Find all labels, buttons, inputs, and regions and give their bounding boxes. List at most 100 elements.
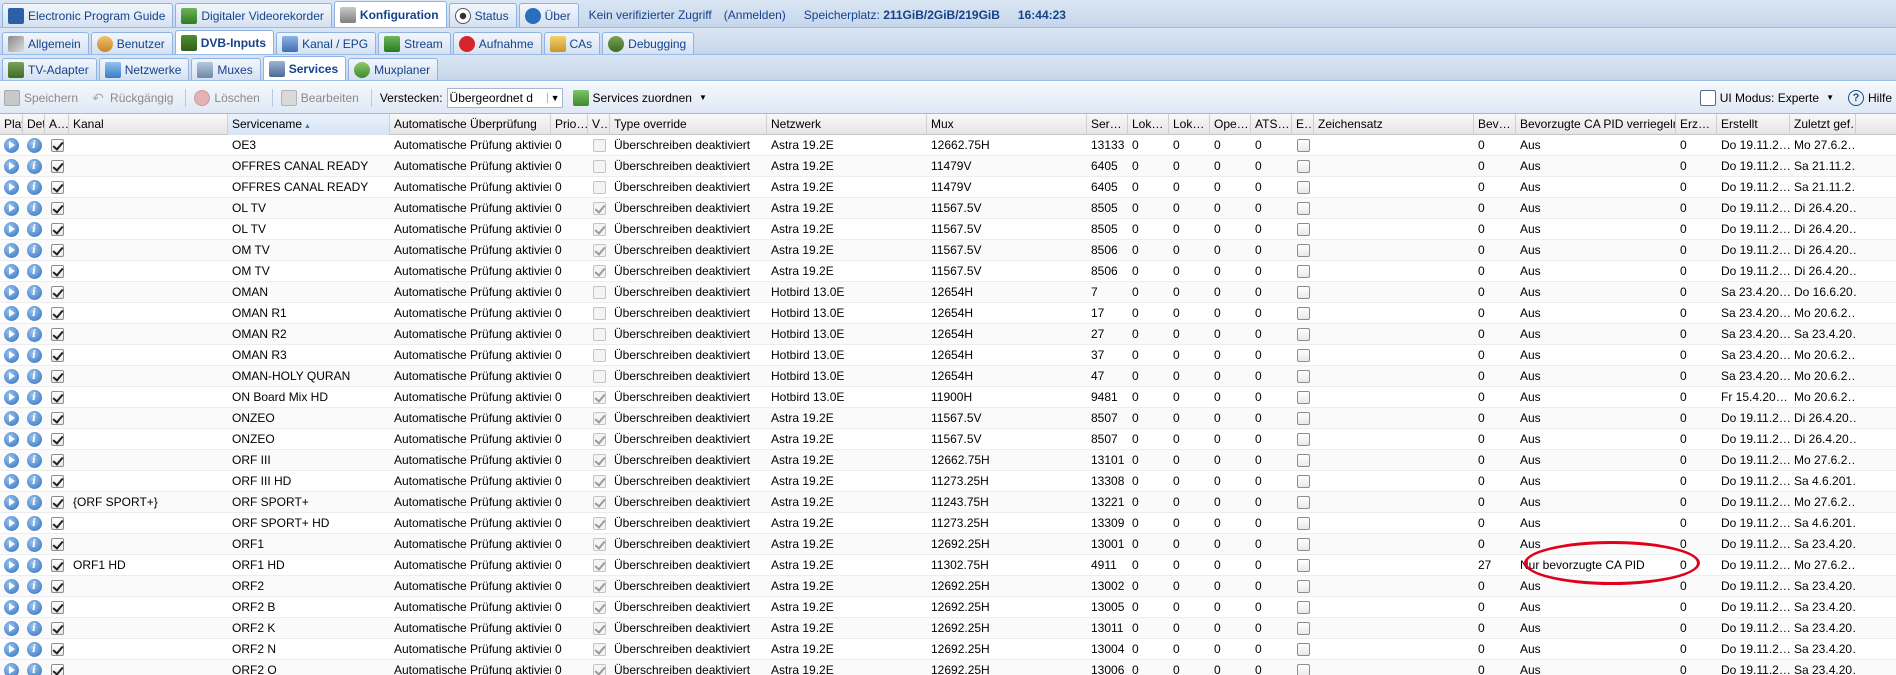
enabled-checkbox[interactable] (50, 433, 64, 446)
verified-checkbox[interactable] (592, 496, 606, 509)
map-services-button[interactable]: Services zuordnen ▼ (572, 89, 707, 106)
enabled-checkbox[interactable] (50, 559, 64, 572)
encrypted-checkbox[interactable] (1296, 496, 1310, 509)
encrypted-checkbox[interactable] (1296, 328, 1310, 341)
enabled-checkbox[interactable] (50, 391, 64, 404)
enabled-checkbox[interactable] (50, 580, 64, 593)
encrypted-checkbox[interactable] (1296, 349, 1310, 362)
info-icon[interactable]: i (26, 600, 42, 615)
encrypted-checkbox[interactable] (1296, 139, 1310, 152)
info-icon[interactable]: i (26, 222, 42, 237)
column-header-zuletzt[interactable]: Zuletzt gef… (1790, 114, 1856, 135)
top-tab-über[interactable]: Über (518, 3, 579, 27)
encrypted-checkbox[interactable] (1296, 265, 1310, 278)
info-icon[interactable]: i (26, 159, 42, 174)
column-header-ser[interactable]: Ser… (1087, 114, 1128, 135)
encrypted-checkbox[interactable] (1296, 580, 1310, 593)
encrypted-checkbox[interactable] (1296, 307, 1310, 320)
verified-checkbox[interactable] (592, 181, 606, 194)
play-icon[interactable] (4, 642, 19, 657)
column-header-type[interactable]: Type override (610, 114, 767, 135)
verified-checkbox[interactable] (592, 433, 606, 446)
column-header-lok1[interactable]: Lok… (1128, 114, 1169, 135)
config-tab-kanal-epg[interactable]: Kanal / EPG (276, 32, 377, 54)
info-icon[interactable]: i (26, 138, 42, 153)
dvb-tab-muxplaner[interactable]: Muxplaner (348, 58, 439, 80)
save-button[interactable]: Speichern (4, 89, 78, 106)
play-icon[interactable] (4, 285, 19, 300)
play-icon[interactable] (4, 453, 19, 468)
verified-checkbox[interactable] (592, 664, 606, 675)
login-link[interactable]: (Anmelden) (724, 8, 786, 22)
enabled-checkbox[interactable] (50, 538, 64, 551)
verified-checkbox[interactable] (592, 370, 606, 383)
enabled-checkbox[interactable] (50, 223, 64, 236)
table-row[interactable]: i ORF1 HD ORF1 HD Automatische Prüfung akti… (0, 555, 1896, 576)
verified-checkbox[interactable] (592, 601, 606, 614)
table-row[interactable]: i OMAN R2 Automatische Prüfung aktiviert 0 Ü… (0, 324, 1896, 345)
table-row[interactable]: i ORF1 Automatische Prüfung aktiviert 0 Über… (0, 534, 1896, 555)
play-icon[interactable] (4, 600, 19, 615)
enabled-checkbox[interactable] (50, 202, 64, 215)
config-tab-stream[interactable]: Stream (378, 32, 451, 54)
column-header-bev[interactable]: Bev… (1474, 114, 1516, 135)
enabled-checkbox[interactable] (50, 328, 64, 341)
column-header-zeichensatz[interactable]: Zeichensatz (1314, 114, 1474, 135)
delete-button[interactable]: Löschen (194, 89, 260, 106)
verified-checkbox[interactable] (592, 223, 606, 236)
config-tab-debugging[interactable]: Debugging (602, 32, 695, 54)
info-icon[interactable]: i (26, 306, 42, 321)
info-icon[interactable]: i (26, 621, 42, 636)
verified-checkbox[interactable] (592, 307, 606, 320)
enabled-checkbox[interactable] (50, 244, 64, 257)
enabled-checkbox[interactable] (50, 286, 64, 299)
play-icon[interactable] (4, 159, 19, 174)
verified-checkbox[interactable] (592, 160, 606, 173)
config-tab-dvb-inputs[interactable]: DVB-Inputs (174, 30, 275, 54)
table-row[interactable]: i ON Board Mix HD Automatische Prüfung akt… (0, 387, 1896, 408)
verified-checkbox[interactable] (592, 286, 606, 299)
play-icon[interactable] (4, 537, 19, 552)
enabled-checkbox[interactable] (50, 664, 64, 675)
top-tab-status[interactable]: Status (448, 3, 517, 27)
encrypted-checkbox[interactable] (1296, 517, 1310, 530)
verified-checkbox[interactable] (592, 622, 606, 635)
play-icon[interactable] (4, 474, 19, 489)
info-icon[interactable]: i (26, 327, 42, 342)
encrypted-checkbox[interactable] (1296, 622, 1310, 635)
verified-checkbox[interactable] (592, 328, 606, 341)
column-header-mux[interactable]: Mux (927, 114, 1087, 135)
column-header-e[interactable]: E… (1292, 114, 1314, 135)
encrypted-checkbox[interactable] (1296, 538, 1310, 551)
top-tab-konfiguration[interactable]: Konfiguration (333, 1, 447, 27)
info-icon[interactable]: i (26, 390, 42, 405)
table-row[interactable]: i ORF2 K Automatische Prüfung aktiviert 0 Üb… (0, 618, 1896, 639)
info-icon[interactable]: i (26, 348, 42, 363)
dvb-tab-services[interactable]: Services (262, 56, 347, 80)
column-header-auto[interactable]: Automatische Überprüfung (390, 114, 551, 135)
edit-button[interactable]: Bearbeiten (280, 89, 359, 106)
play-icon[interactable] (4, 579, 19, 594)
info-icon[interactable]: i (26, 201, 42, 216)
enabled-checkbox[interactable] (50, 643, 64, 656)
verified-checkbox[interactable] (592, 475, 606, 488)
encrypted-checkbox[interactable] (1296, 160, 1310, 173)
encrypted-checkbox[interactable] (1296, 433, 1310, 446)
info-icon[interactable]: i (26, 369, 42, 384)
help-button[interactable]: ? Hilfe (1847, 89, 1892, 106)
info-icon[interactable]: i (26, 516, 42, 531)
table-row[interactable]: i OMAN R3 Automatische Prüfung aktiviert 0 Ü… (0, 345, 1896, 366)
verified-checkbox[interactable] (592, 349, 606, 362)
verified-checkbox[interactable] (592, 559, 606, 572)
enabled-checkbox[interactable] (50, 181, 64, 194)
config-tab-cas[interactable]: CAs (543, 32, 601, 54)
play-icon[interactable] (4, 432, 19, 447)
enabled-checkbox[interactable] (50, 475, 64, 488)
table-row[interactable]: i ORF2 N Automatische Prüfung aktiviert 0 Üb… (0, 639, 1896, 660)
table-row[interactable]: i OL TV Automatische Prüfung aktiviert 0 Übe… (0, 219, 1896, 240)
top-tab-digitaler-videorekorder[interactable]: Digitaler Videorekorder (175, 3, 332, 27)
play-icon[interactable] (4, 243, 19, 258)
ui-mode-button[interactable]: UI Modus: Experte ▼ (1699, 89, 1834, 106)
play-icon[interactable] (4, 411, 19, 426)
verified-checkbox[interactable] (592, 412, 606, 425)
